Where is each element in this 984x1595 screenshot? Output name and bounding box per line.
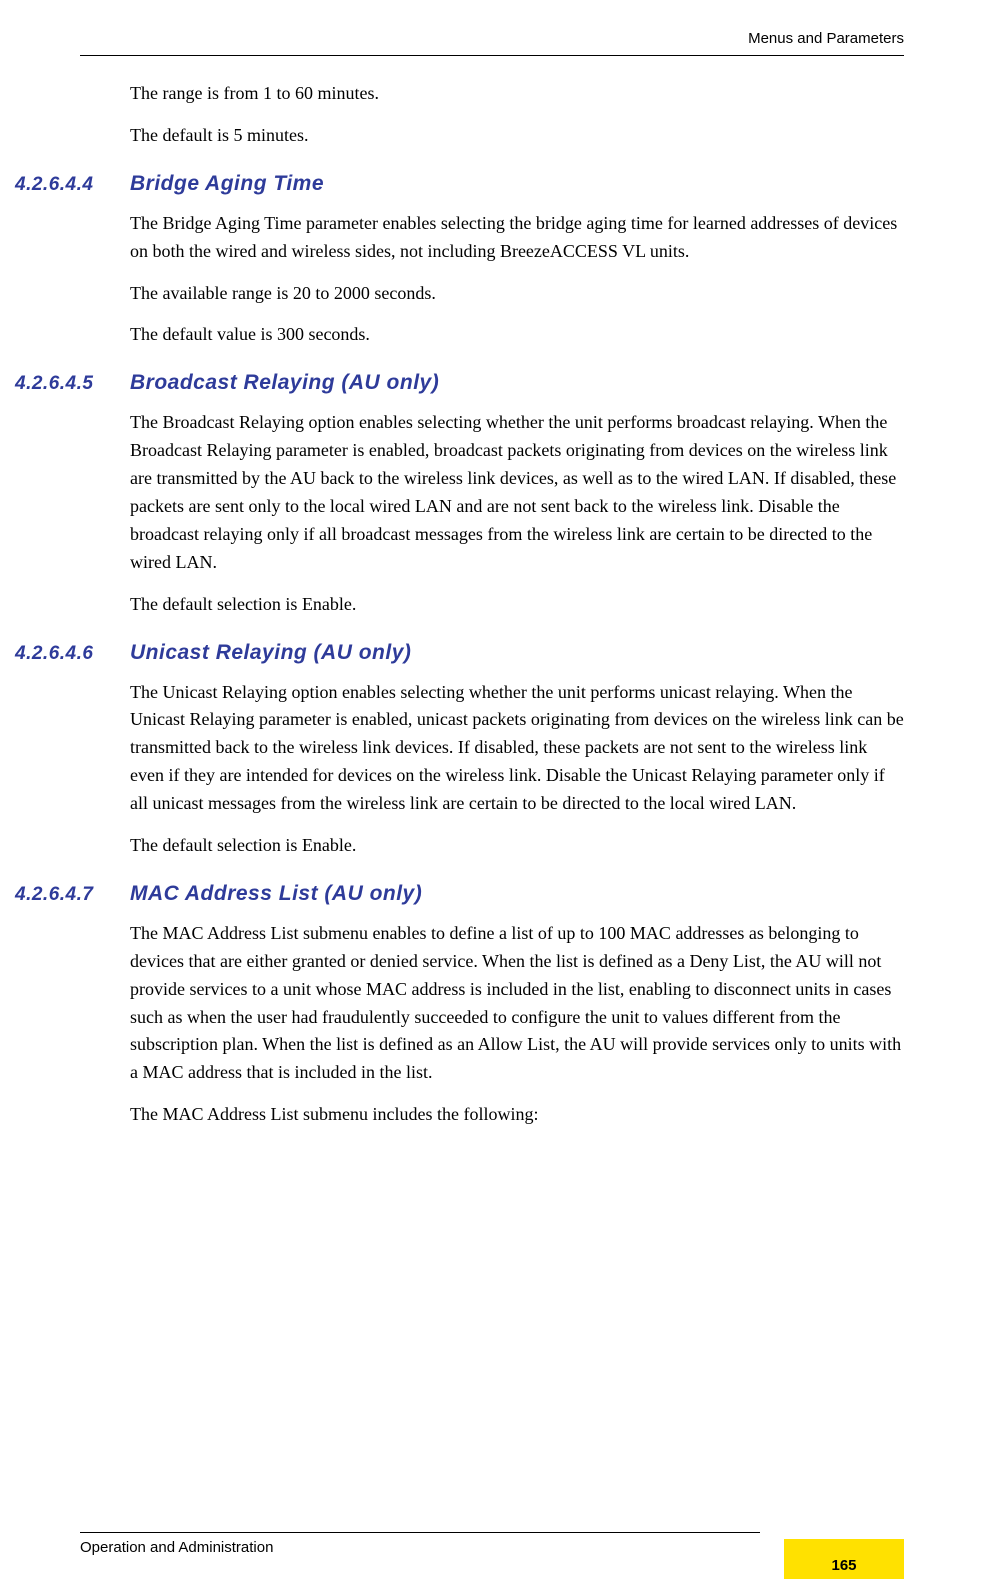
section-heading: 4.2.6.4.6 Unicast Relaying (AU only) <box>15 641 904 665</box>
footer-manual-title: Operation and Administration <box>80 1539 273 1556</box>
section-mac-address-list: 4.2.6.4.7 MAC Address List (AU only) The… <box>130 882 904 1129</box>
body-paragraph: The default selection is Enable. <box>130 832 904 860</box>
section-number: 4.2.6.4.5 <box>15 373 130 395</box>
section-number: 4.2.6.4.4 <box>15 174 130 196</box>
section-title: Unicast Relaying (AU only) <box>130 641 411 665</box>
body-paragraph: The Unicast Relaying option enables sele… <box>130 679 904 818</box>
section-number: 4.2.6.4.6 <box>15 643 130 665</box>
body-paragraph: The available range is 20 to 2000 second… <box>130 280 904 308</box>
body-paragraph: The Broadcast Relaying option enables se… <box>130 409 904 576</box>
section-unicast-relaying: 4.2.6.4.6 Unicast Relaying (AU only) The… <box>130 641 904 860</box>
header-chapter-title: Menus and Parameters <box>80 30 904 47</box>
page-footer: Operation and Administration 165 <box>80 1532 904 1557</box>
body-paragraph: The MAC Address List submenu enables to … <box>130 920 904 1087</box>
content-area: The range is from 1 to 60 minutes. The d… <box>80 80 904 1129</box>
section-number: 4.2.6.4.7 <box>15 884 130 906</box>
section-heading: 4.2.6.4.7 MAC Address List (AU only) <box>15 882 904 906</box>
section-title: MAC Address List (AU only) <box>130 882 422 906</box>
body-paragraph: The default selection is Enable. <box>130 591 904 619</box>
header-divider <box>80 55 904 56</box>
section-broadcast-relaying: 4.2.6.4.5 Broadcast Relaying (AU only) T… <box>130 371 904 618</box>
page-number: 165 <box>831 1557 856 1574</box>
section-heading: 4.2.6.4.5 Broadcast Relaying (AU only) <box>15 371 904 395</box>
section-title: Broadcast Relaying (AU only) <box>130 371 439 395</box>
body-paragraph: The MAC Address List submenu includes th… <box>130 1101 904 1129</box>
intro-paragraph: The default is 5 minutes. <box>130 122 904 150</box>
body-paragraph: The Bridge Aging Time parameter enables … <box>130 210 904 266</box>
section-title: Bridge Aging Time <box>130 172 324 196</box>
page-number-box: 165 <box>784 1539 904 1579</box>
intro-paragraph: The range is from 1 to 60 minutes. <box>130 80 904 108</box>
section-bridge-aging-time: 4.2.6.4.4 Bridge Aging Time The Bridge A… <box>130 172 904 350</box>
footer-divider <box>80 1532 760 1533</box>
section-heading: 4.2.6.4.4 Bridge Aging Time <box>15 172 904 196</box>
page: Menus and Parameters The range is from 1… <box>0 0 984 1595</box>
body-paragraph: The default value is 300 seconds. <box>130 321 904 349</box>
